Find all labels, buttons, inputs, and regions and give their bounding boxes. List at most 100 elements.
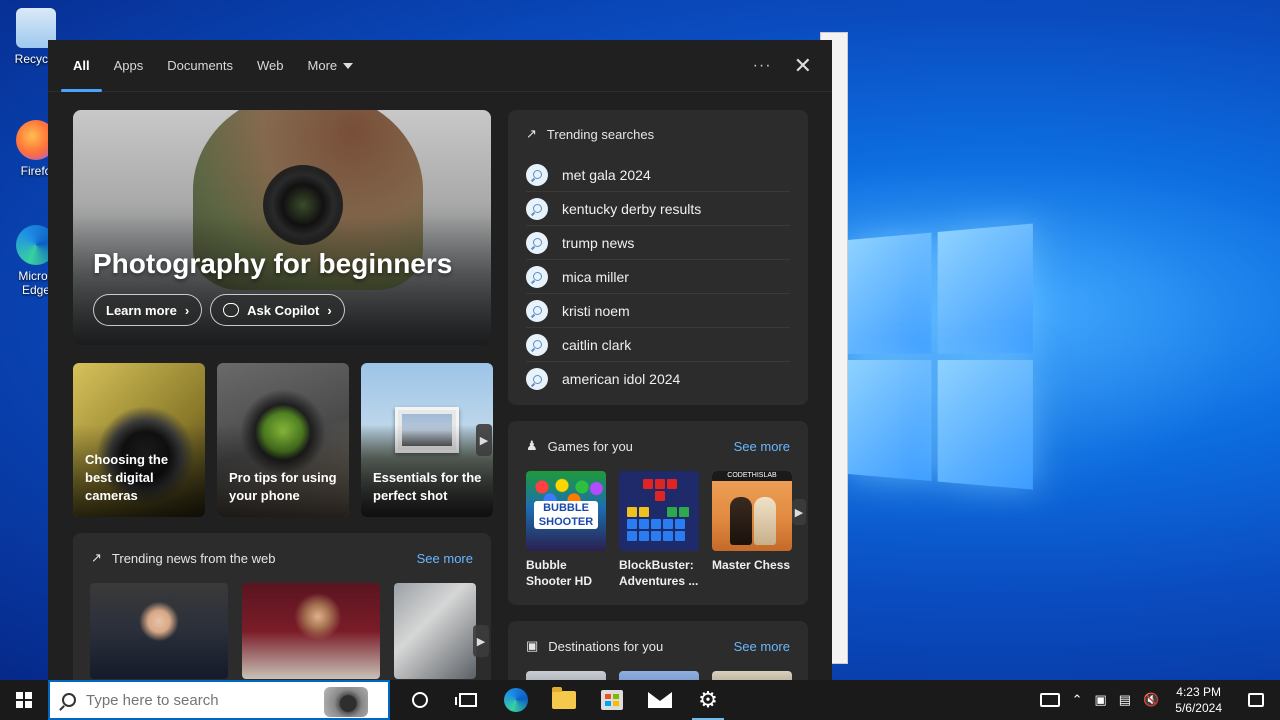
network-icon: ▤ [1118, 692, 1132, 707]
tab-web[interactable]: Web [245, 40, 296, 92]
trending-search-item[interactable]: trump news [526, 226, 790, 260]
trending-arrow-icon: ↗ [526, 126, 537, 141]
meet-now-button[interactable]: ▣ [1089, 680, 1113, 720]
games-see-more-link[interactable]: See more [734, 439, 790, 454]
mail-icon [648, 692, 672, 708]
master-chess-tile: CODETHISLAB [712, 471, 792, 551]
system-tray: ⌃ ▣ ▤ 🔇 4:23 PM 5/6/2024 [1034, 680, 1280, 720]
taskbar-search-input[interactable] [86, 691, 306, 709]
trending-search-label: kristi noem [562, 302, 630, 319]
topic-card-label: Essentials for the perfect shot [373, 470, 482, 503]
learn-more-button[interactable]: Learn more › [93, 294, 203, 326]
clock-time: 4:23 PM [1176, 685, 1221, 699]
trending-search-item[interactable]: kentucky derby results [526, 192, 790, 226]
mail-button[interactable] [636, 680, 684, 720]
destinations-section: ▣ Destinations for you See more [508, 621, 808, 680]
trending-search-item[interactable]: american idol 2024 [526, 362, 790, 396]
topic-cards: Choosing the best digital cameras Pro ti… [73, 363, 493, 517]
trending-news-title: Trending news from the web [111, 550, 276, 566]
chess-piece-icon: ♟ [526, 438, 538, 453]
search-icon [526, 368, 548, 390]
store-button[interactable] [588, 680, 636, 720]
store-icon [601, 690, 623, 710]
task-view-button[interactable] [444, 680, 492, 720]
edge-taskbar-button[interactable] [492, 680, 540, 720]
volume-button[interactable]: 🔇 [1137, 680, 1165, 720]
destination-thumbnail[interactable] [526, 671, 606, 680]
trending-arrow-icon: ↗ [91, 550, 102, 565]
news-widget-button[interactable] [1034, 680, 1066, 720]
ask-copilot-label: Ask Copilot [247, 302, 320, 318]
blockbuster-tile [619, 471, 699, 551]
tab-more[interactable]: More [296, 40, 366, 92]
topic-card[interactable]: Pro tips for using your phone [217, 363, 349, 517]
cortana-button[interactable] [396, 680, 444, 720]
trending-search-label: american idol 2024 [562, 371, 681, 387]
game-name: Master Chess [712, 558, 791, 572]
search-icon [526, 197, 548, 220]
topic-card[interactable]: Essentials for the perfect shot [361, 363, 493, 517]
news-thumbnail[interactable] [90, 583, 228, 679]
taskbar-search-box[interactable] [48, 680, 390, 720]
topic-card-label: Pro tips for using your phone [229, 470, 337, 503]
more-options-button[interactable]: ··· [753, 57, 772, 75]
file-explorer-button[interactable] [540, 680, 588, 720]
destinations-see-more-link[interactable]: See more [734, 639, 790, 654]
show-hidden-icons-button[interactable]: ⌃ [1066, 680, 1089, 720]
trending-searches-title: Trending searches [546, 126, 655, 142]
action-center-button[interactable] [1232, 680, 1280, 720]
tab-documents[interactable]: Documents [155, 40, 245, 92]
destinations-title: Destinations for you [548, 638, 664, 654]
hero-card[interactable]: Photography for beginners Learn more › A… [73, 110, 491, 345]
news-thumbnail[interactable] [242, 583, 380, 679]
cortana-icon [412, 692, 428, 708]
bubble-shooter-tile: BUBBLE SHOOTER [526, 471, 606, 551]
network-button[interactable]: ▤ [1113, 680, 1137, 720]
ask-copilot-button[interactable]: Ask Copilot › [210, 294, 345, 326]
destination-thumbnail[interactable] [712, 671, 792, 680]
start-button[interactable] [0, 680, 48, 720]
clock[interactable]: 4:23 PM 5/6/2024 [1165, 684, 1232, 716]
game-name: Bubble Shooter HD [526, 558, 592, 588]
games-next-arrow-icon[interactable]: ▶ [792, 499, 806, 525]
webcam-icon: ▣ [1094, 692, 1107, 707]
edge-icon [504, 688, 528, 712]
close-button[interactable]: ✕ [794, 53, 812, 79]
task-view-icon [455, 693, 477, 707]
trending-search-label: met gala 2024 [562, 166, 651, 183]
search-icon [526, 299, 548, 322]
gear-icon: ⚙ [698, 687, 718, 712]
news-see-more-link[interactable]: See more [417, 551, 473, 566]
topic-card-label: Choosing the best digital cameras [85, 452, 169, 503]
windows-logo-wallpaper [848, 223, 1035, 496]
game-brand-label: BUBBLE SHOOTER [534, 501, 598, 529]
games-title: Games for you [547, 438, 633, 454]
destination-thumbnail[interactable] [619, 671, 699, 680]
game-item[interactable]: CODETHISLAB Master Chess [712, 471, 792, 589]
trending-news-section: ↗ Trending news from the web See more ▶ [73, 533, 491, 680]
tab-apps[interactable]: Apps [102, 40, 156, 92]
news-next-arrow-icon[interactable]: ▶ [473, 625, 489, 657]
hero-title: Photography for beginners [93, 248, 453, 279]
cards-next-arrow-icon[interactable]: ▶ [476, 424, 492, 456]
trending-search-item[interactable]: caitlin clark [526, 328, 790, 362]
search-icon [526, 265, 548, 288]
trending-search-item[interactable]: met gala 2024 [526, 158, 790, 192]
game-name: BlockBuster: Adventures ... [619, 558, 699, 588]
game-item[interactable]: BlockBuster: Adventures ... [619, 471, 699, 589]
tab-more-label: More [307, 57, 338, 73]
game-brand-label: CODETHISLAB [712, 471, 792, 481]
tab-all[interactable]: All [61, 40, 102, 92]
notification-icon [1248, 693, 1264, 707]
trending-search-item[interactable]: mica miller [526, 260, 790, 294]
settings-button[interactable]: ⚙ [684, 680, 732, 720]
luggage-icon: ▣ [526, 638, 539, 653]
trending-search-item[interactable]: kristi noem [526, 294, 790, 328]
news-thumbnail[interactable] [394, 583, 476, 679]
game-item[interactable]: BUBBLE SHOOTER Bubble Shooter HD [526, 471, 606, 589]
trending-search-label: caitlin clark [562, 336, 632, 353]
topic-card[interactable]: Choosing the best digital cameras [73, 363, 205, 517]
learn-more-label: Learn more [106, 302, 177, 318]
search-icon [526, 333, 548, 356]
search-icon [62, 693, 76, 707]
